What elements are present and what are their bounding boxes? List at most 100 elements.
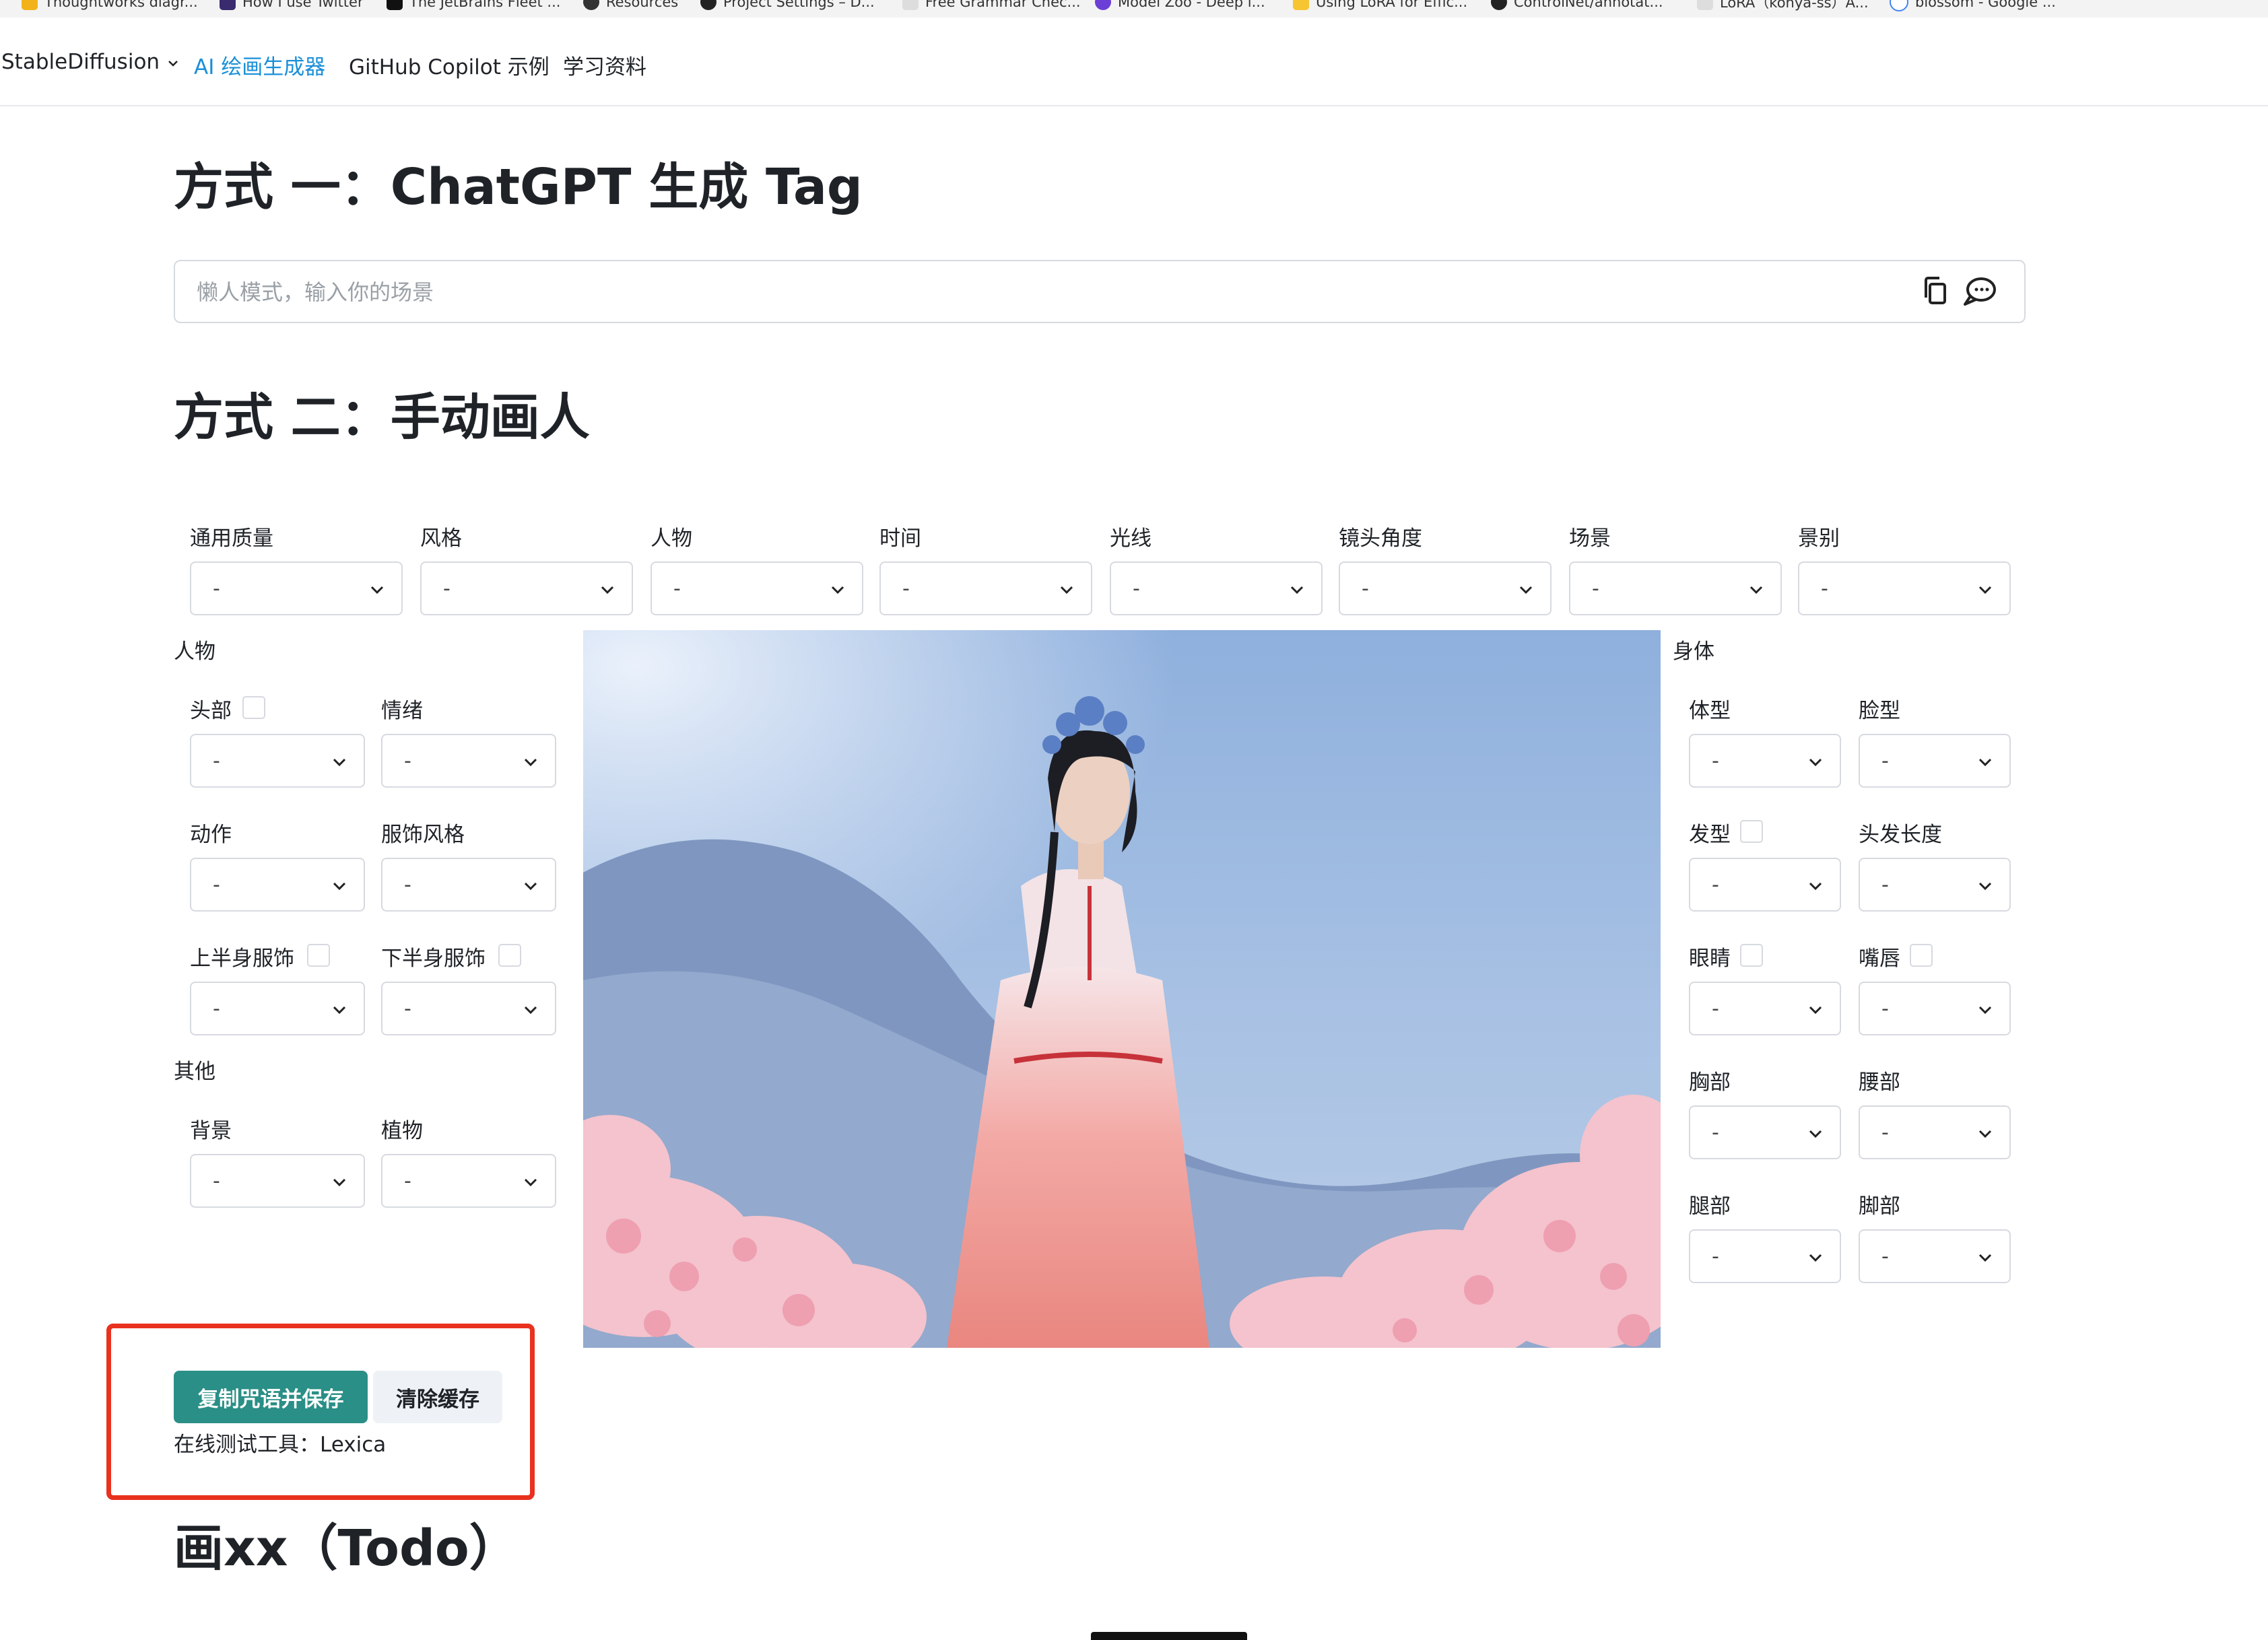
upper-clothing-checkbox[interactable] — [307, 944, 330, 967]
folder-icon — [22, 0, 38, 10]
nav-ai-painting[interactable]: AI 绘画生成器 — [194, 50, 325, 80]
select-plants[interactable]: - — [381, 1154, 556, 1208]
label-emotion: 情绪 — [381, 699, 423, 723]
label-chest: 胸部 — [1689, 1070, 1731, 1095]
chevron-down-icon — [333, 882, 346, 891]
select-time[interactable]: - — [879, 561, 1092, 615]
label-shot-size: 景别 — [1798, 526, 1840, 551]
label-face-shape: 脸型 — [1859, 699, 1900, 723]
method2-title: 方式 二：手动画人 — [174, 388, 590, 446]
section-body-title: 身体 — [1673, 640, 1714, 664]
bookmark-item[interactable]: How I use Twitter — [220, 0, 364, 13]
select-quality[interactable]: - — [190, 561, 403, 615]
label-body-type: 体型 — [1689, 699, 1731, 723]
select-head[interactable]: - — [190, 734, 365, 788]
site-icon — [1697, 0, 1713, 10]
chevron-down-icon — [831, 586, 844, 594]
chevron-down-icon — [333, 1006, 346, 1015]
label-character: 人物 — [651, 526, 692, 551]
select-lighting[interactable]: - — [1110, 561, 1323, 615]
label-hair-length: 头发长度 — [1859, 823, 1942, 847]
label-clothing-style: 服饰风格 — [381, 823, 465, 847]
select-feet[interactable]: - — [1859, 1229, 2011, 1283]
select-hair-length[interactable]: - — [1859, 858, 2011, 912]
chevron-down-icon — [1809, 758, 1822, 767]
site-icon — [387, 0, 403, 10]
hairstyle-checkbox[interactable] — [1740, 820, 1763, 843]
select-hairstyle[interactable]: - — [1689, 858, 1841, 912]
bookmark-item[interactable]: Thoughtworks diagr... — [22, 0, 198, 13]
chevron-down-icon — [524, 758, 537, 767]
select-action[interactable]: - — [190, 858, 365, 912]
online-tool-line: 在线测试工具：Lexica — [174, 1427, 386, 1458]
bookmark-item[interactable]: Resources — [583, 0, 678, 13]
select-lips[interactable]: - — [1859, 982, 2011, 1035]
label-feet: 脚部 — [1859, 1194, 1900, 1219]
bookmark-item[interactable]: Using LoRA for Effic... — [1293, 0, 1467, 13]
bookmark-item[interactable]: The JetBrains Fleet ... — [387, 0, 560, 13]
select-shot-size[interactable]: - — [1798, 561, 2011, 615]
chevron-down-icon — [1060, 586, 1073, 594]
nav-github-copilot[interactable]: GitHub Copilot 示例 — [349, 50, 549, 80]
chevron-down-icon — [1978, 586, 1992, 594]
label-hairstyle: 发型 — [1689, 823, 1731, 847]
chevron-down-icon — [1809, 1130, 1822, 1138]
bookmark-item[interactable]: ControlNet/annotat... — [1491, 0, 1663, 13]
label-style: 风格 — [420, 526, 462, 551]
online-tool-label: 在线测试工具： — [174, 1433, 320, 1457]
select-lower-clothing[interactable]: - — [381, 982, 556, 1035]
select-body-type[interactable]: - — [1689, 734, 1841, 788]
brand-dropdown[interactable]: StableDiffusion — [1, 50, 180, 74]
label-background: 背景 — [190, 1119, 232, 1143]
todo-title: 画xx（Todo） — [174, 1519, 519, 1577]
select-style[interactable]: - — [420, 561, 633, 615]
copy-and-save-button[interactable]: 复制咒语并保存 — [174, 1371, 368, 1423]
label-plants: 植物 — [381, 1119, 423, 1143]
select-eyes[interactable]: - — [1689, 982, 1841, 1035]
select-emotion[interactable]: - — [381, 734, 556, 788]
select-character[interactable]: - — [651, 561, 863, 615]
lower-clothing-checkbox[interactable] — [498, 944, 521, 967]
label-quality: 通用质量 — [190, 526, 273, 551]
chevron-down-icon — [524, 882, 537, 891]
select-face-shape[interactable]: - — [1859, 734, 2011, 788]
nav-learning[interactable]: 学习资料 — [563, 50, 646, 80]
bookmark-item[interactable]: Free Grammar Chec... — [902, 0, 1081, 13]
chevron-down-icon — [1749, 586, 1763, 594]
select-legs[interactable]: - — [1689, 1229, 1841, 1283]
select-clothing-style[interactable]: - — [381, 858, 556, 912]
lexica-link[interactable]: Lexica — [320, 1433, 386, 1457]
scene-input[interactable] — [195, 261, 1881, 323]
bottom-bar — [1091, 1632, 1247, 1640]
bookmark-item[interactable]: LoRA（kohya-ss）A... — [1697, 0, 1869, 13]
label-waist: 腰部 — [1859, 1070, 1900, 1095]
select-scene[interactable]: - — [1569, 561, 1782, 615]
section-person-title: 人物 — [174, 640, 215, 664]
label-lower-clothing: 下半身服饰 — [381, 947, 486, 971]
lips-checkbox[interactable] — [1910, 944, 1933, 967]
head-checkbox[interactable] — [242, 696, 265, 719]
select-waist[interactable]: - — [1859, 1105, 2011, 1159]
select-background[interactable]: - — [190, 1154, 365, 1208]
select-upper-clothing[interactable]: - — [190, 982, 365, 1035]
copy-icon[interactable] — [1921, 276, 1950, 308]
label-time: 时间 — [879, 526, 921, 551]
bookmark-item[interactable]: Model Zoo - Deep l... — [1095, 0, 1265, 13]
chat-icon[interactable] — [1961, 276, 1997, 308]
generated-image — [583, 630, 1661, 1348]
label-upper-clothing: 上半身服饰 — [190, 947, 294, 971]
top-navbar: StableDiffusion AI 绘画生成器 GitHub Copilot … — [0, 18, 2268, 106]
chevron-down-icon — [333, 1178, 346, 1187]
select-camera-angle[interactable]: - — [1339, 561, 1552, 615]
clear-cache-button[interactable]: 清除缓存 — [373, 1371, 502, 1423]
bookmark-item[interactable]: blossom - Google ... — [1890, 0, 2056, 13]
chevron-down-icon — [1290, 586, 1304, 594]
bookmarks-bar: Thoughtworks diagr... How I use Twitter … — [0, 0, 2268, 19]
bookmark-item[interactable]: Project Settings – D... — [700, 0, 875, 13]
select-chest[interactable]: - — [1689, 1105, 1841, 1159]
eyes-checkbox[interactable] — [1740, 944, 1763, 967]
chevron-down-icon — [370, 586, 384, 594]
label-lips: 嘴唇 — [1859, 947, 1900, 971]
site-icon — [220, 0, 236, 10]
chevron-down-icon — [601, 586, 614, 594]
